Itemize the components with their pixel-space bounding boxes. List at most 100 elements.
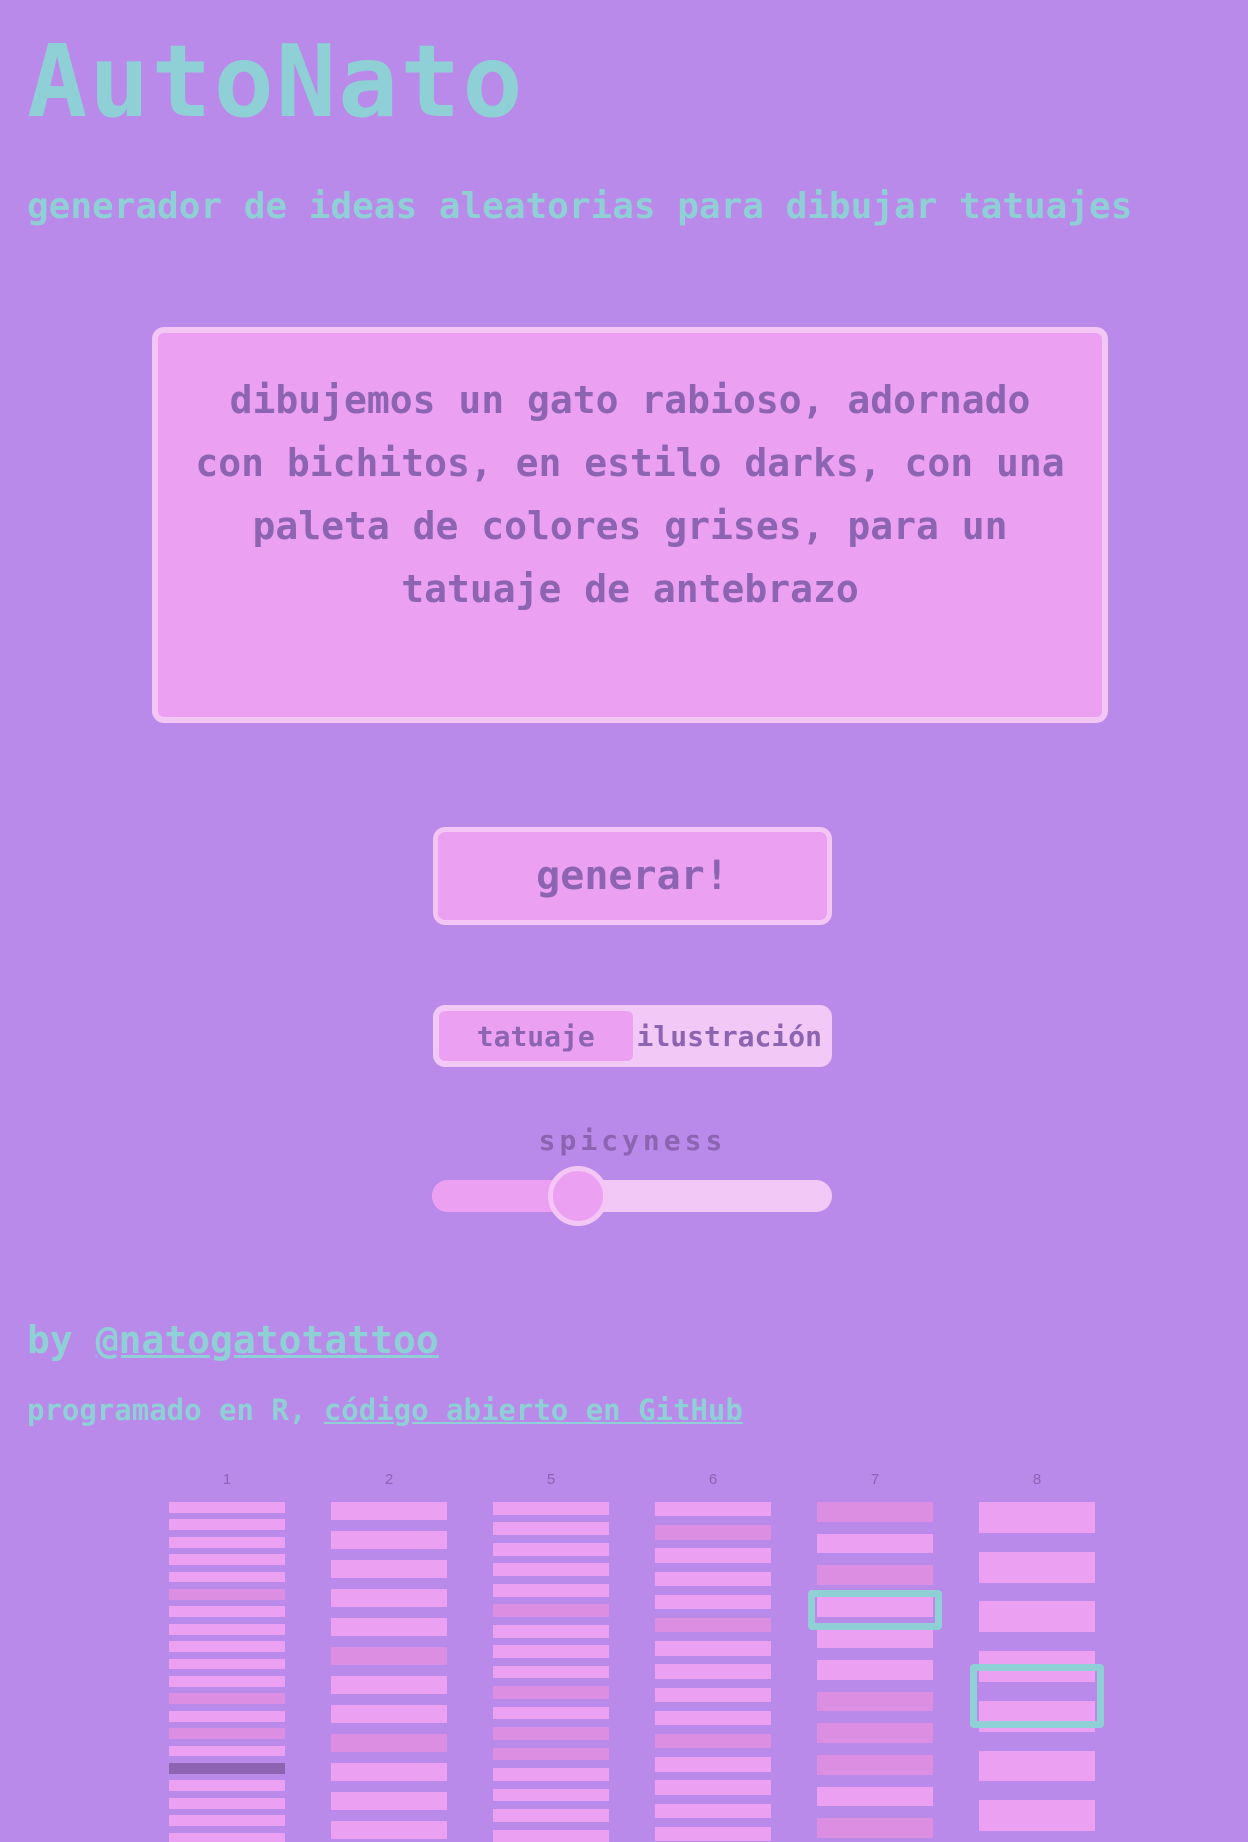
column-label: 7 [870, 1471, 880, 1488]
stripe [169, 1745, 285, 1757]
stripe [331, 1676, 447, 1694]
stripe [169, 1780, 285, 1792]
stripe [493, 1645, 609, 1658]
stripe [655, 1594, 771, 1610]
stripe [493, 1727, 609, 1740]
highlight-box-col8 [970, 1664, 1104, 1728]
mode-option-tatuaje[interactable]: tatuaje [439, 1011, 633, 1061]
stripe [817, 1755, 933, 1775]
stripe-columns-area: 1 2 5 6 7 8 [0, 1470, 1248, 1842]
stripe [331, 1647, 447, 1665]
stripe [493, 1747, 609, 1761]
stripe-column-6: 6 [653, 1470, 773, 1842]
stripe [817, 1502, 933, 1522]
stripe [331, 1821, 447, 1839]
stripe [331, 1792, 447, 1810]
stripe [655, 1548, 771, 1563]
stripe [817, 1628, 933, 1649]
stripe [655, 1780, 771, 1795]
stripe [817, 1786, 933, 1807]
stripe [169, 1571, 285, 1583]
stripe [331, 1560, 447, 1578]
spicyness-label: spicyness [538, 1124, 727, 1157]
stripe [655, 1502, 771, 1517]
stripe [493, 1665, 609, 1679]
stripe [169, 1832, 285, 1842]
stripe [169, 1536, 285, 1548]
stripe-column-5: 5 [491, 1470, 611, 1842]
stripe [493, 1502, 609, 1515]
stripe [169, 1519, 285, 1531]
stripe [169, 1815, 285, 1826]
column-label: 6 [708, 1471, 718, 1488]
stripe [655, 1618, 771, 1633]
stripe [331, 1763, 447, 1781]
stripe [817, 1660, 933, 1680]
code-credit: programado en R, código abierto en GitHu… [27, 1393, 743, 1427]
stripe [493, 1604, 609, 1618]
stripe [979, 1601, 1095, 1633]
stripe [331, 1502, 447, 1520]
stripe [979, 1750, 1095, 1782]
stripe [817, 1818, 933, 1838]
stripe [169, 1589, 285, 1600]
stripe-column-2: 2 [329, 1470, 449, 1842]
stripe [817, 1565, 933, 1585]
stripe [169, 1763, 285, 1774]
stripe [655, 1687, 771, 1702]
stripe [493, 1522, 609, 1536]
stripe [655, 1710, 771, 1726]
stripe [493, 1788, 609, 1802]
stripe-column-1: 1 [167, 1470, 287, 1842]
stripe [655, 1571, 771, 1586]
generate-button[interactable]: generar! [433, 827, 832, 925]
slider-thumb[interactable] [548, 1166, 608, 1226]
author-prefix: by [27, 1318, 96, 1362]
column-label: 1 [222, 1471, 232, 1488]
stripe [493, 1768, 609, 1781]
stripe [331, 1734, 447, 1752]
stripe [655, 1803, 771, 1818]
stripe [655, 1757, 771, 1772]
stripe [493, 1686, 609, 1699]
author-link[interactable]: @natogatotattoo [96, 1318, 439, 1362]
stripe [331, 1705, 447, 1723]
stripe [655, 1525, 771, 1540]
column-label: 2 [384, 1471, 394, 1488]
stripe [331, 1618, 447, 1636]
author-credit: by @natogatotattoo [27, 1318, 439, 1362]
stripe [979, 1502, 1095, 1533]
stripe [655, 1826, 771, 1842]
stripe [817, 1691, 933, 1712]
stripe [331, 1589, 447, 1607]
stripe [169, 1554, 285, 1565]
stripe [169, 1728, 285, 1739]
mode-toggle: tatuaje ilustración [433, 1005, 832, 1067]
app-subtitle: generador de ideas aleatorias para dibuj… [27, 186, 1133, 227]
stripe [817, 1533, 933, 1554]
github-link[interactable]: código abierto en GitHub [324, 1393, 743, 1427]
stripe [979, 1800, 1095, 1832]
spicyness-slider[interactable] [432, 1166, 832, 1226]
stripe [979, 1551, 1095, 1583]
stripe [493, 1624, 609, 1638]
stripe [169, 1676, 285, 1687]
stripe [169, 1502, 285, 1513]
stripe [493, 1542, 609, 1556]
app-title: AutoNato [27, 23, 525, 140]
stripe [493, 1706, 609, 1720]
stripe [169, 1606, 285, 1618]
column-label: 8 [1032, 1471, 1042, 1488]
stripe [331, 1531, 447, 1549]
mode-option-ilustracion[interactable]: ilustración [633, 1011, 827, 1061]
highlight-box-col7 [808, 1590, 942, 1630]
stripe [169, 1693, 285, 1705]
stripe-column-8: 8 [977, 1470, 1097, 1842]
code-prefix: programado en R, [27, 1393, 324, 1427]
stripe-column-7: 7 [815, 1470, 935, 1842]
stripe [169, 1623, 285, 1635]
stripe [493, 1583, 609, 1597]
stripe [655, 1734, 771, 1749]
stripe [169, 1641, 285, 1652]
stripe [817, 1723, 933, 1744]
